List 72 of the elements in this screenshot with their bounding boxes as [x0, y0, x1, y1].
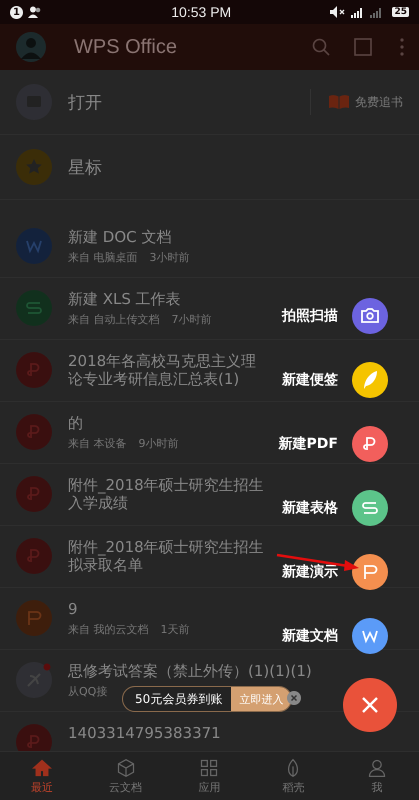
file-type-icon[interactable] [352, 490, 388, 526]
create-option-label[interactable]: 新建PDF [278, 435, 338, 453]
file-name: 新建 DOC 文档 [68, 228, 172, 246]
file-type-icon [16, 538, 52, 574]
close-icon[interactable] [287, 691, 301, 705]
file-name: 的 [68, 414, 84, 432]
battery-level: 25 [392, 7, 409, 17]
file-type-icon [16, 290, 52, 326]
contacts-icon [28, 6, 42, 18]
create-option-label[interactable]: 新建表格 [282, 499, 338, 517]
file-row[interactable]: 附件_2018年硕士研究生招生拟录取名单 [0, 526, 268, 587]
file-row[interactable]: 新建 DOC 文档 来自 电脑桌面 3小时前 [0, 216, 190, 277]
free-books-link[interactable]: 免费追书 [355, 94, 403, 110]
create-option-label[interactable]: 拍照扫描 [282, 307, 338, 325]
clock-time: 10:53 PM [170, 4, 232, 20]
file-source: 来自 自动上传文档 [68, 312, 160, 327]
file-time: 3小时前 [150, 250, 190, 265]
close-button[interactable] [343, 678, 397, 732]
file-type-icon [16, 352, 52, 388]
quick-entry[interactable]: 星标 [0, 135, 419, 200]
file-time: 1天前 [160, 622, 190, 637]
file-type-icon[interactable] [352, 426, 388, 462]
file-name: 思修考试答案（禁止外传）(1)(1)(1) [68, 662, 312, 680]
nav-tab[interactable]: 我 [335, 752, 419, 800]
quick-entry[interactable]: 打开 免费追书 [0, 70, 419, 135]
nav-tab[interactable]: 最近 [0, 752, 84, 800]
file-row[interactable]: 新建 XLS 工作表 来自 自动上传文档 7小时前 [0, 278, 212, 339]
file-source: 从QQ接 [68, 684, 108, 699]
file-type-icon [16, 228, 52, 264]
file-name: 附件_2018年硕士研究生招生入学成绩 [68, 476, 265, 512]
file-name: 附件_2018年硕士研究生招生拟录取名单 [68, 538, 265, 574]
notification-count: 1 [10, 6, 23, 18]
file-type-icon [16, 476, 52, 512]
file-row[interactable]: 9 来自 我的云文档 1天前 [0, 588, 190, 649]
camera-icon[interactable] [352, 298, 388, 334]
file-row[interactable]: 的 来自 本设备 9小时前 [0, 402, 178, 463]
file-type-icon [16, 724, 52, 751]
mute-icon [330, 6, 346, 18]
file-time: 7小时前 [172, 312, 212, 327]
file-row[interactable]: 2018年各高校马克思主义理论专业考研信息汇总表(1) [0, 340, 268, 401]
create-option-label[interactable]: 新建便签 [282, 371, 338, 389]
promo-text: 50元会员券到账 [134, 690, 224, 708]
entry-label: 打开 [68, 92, 103, 114]
book-icon [329, 95, 349, 109]
file-name: 2018年各高校马克思主义理论专业考研信息汇总表(1) [68, 352, 258, 388]
file-name: 1403314795383371 [68, 724, 221, 742]
home-icon [32, 758, 52, 778]
promo-toast[interactable]: 50元会员券到账 立即进入 [122, 686, 292, 712]
nav-tab[interactable]: 稻壳 [251, 752, 336, 800]
create-option-label[interactable]: 新建文档 [282, 627, 338, 645]
file-name: 9 [68, 600, 79, 618]
file-source: 来自 我的云文档 [68, 622, 148, 637]
file-source: 来自 电脑桌面 [68, 250, 138, 265]
file-type-icon[interactable] [352, 618, 388, 654]
nav-tab[interactable]: 应用 [168, 752, 252, 800]
file-time: 9小时前 [138, 436, 178, 451]
file-source: 来自 本设备 [68, 436, 126, 451]
file-type-icon [16, 600, 52, 636]
enter-now-button[interactable]: 立即进入 [231, 687, 292, 711]
file-type-icon[interactable] [352, 554, 388, 590]
nav-tab[interactable]: 云文档 [84, 752, 168, 800]
apps-icon [199, 758, 220, 778]
user-icon [367, 758, 388, 778]
feather-icon[interactable] [352, 362, 388, 398]
file-name: 新建 XLS 工作表 [68, 290, 182, 308]
app-title: WPS Office [74, 36, 178, 58]
file-type-icon [16, 414, 52, 450]
create-option-label[interactable]: 新建演示 [282, 563, 338, 581]
file-row[interactable]: 1403314795383371 [0, 712, 221, 751]
cloud-icon [116, 758, 136, 778]
file-row[interactable]: 附件_2018年硕士研究生招生入学成绩 [0, 464, 268, 525]
entry-label: 星标 [68, 156, 103, 178]
